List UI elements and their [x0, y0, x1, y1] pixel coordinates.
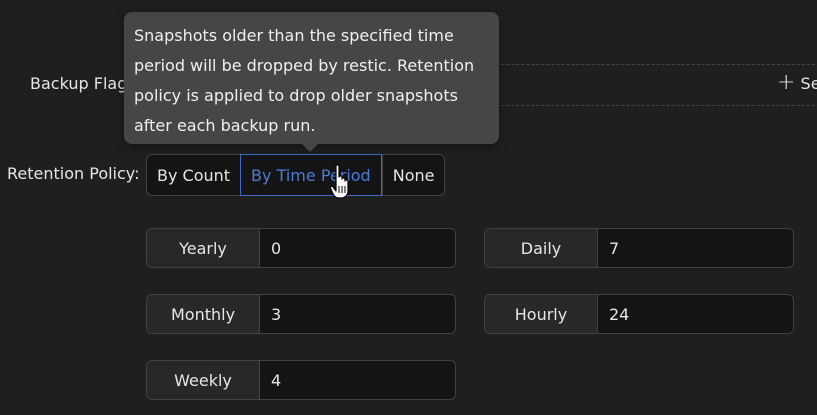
hourly-label: Hourly: [485, 295, 598, 333]
yearly-field: Yearly 0: [146, 228, 456, 268]
retention-settings-panel: Backup Flag + Se Retention Policy: By Co…: [0, 0, 817, 415]
retention-by-count-option[interactable]: By Count: [147, 155, 240, 195]
tooltip-line: policy is applied to drop older snapshot…: [134, 86, 458, 105]
retention-policy-selector: By Count By Time Period None: [146, 154, 446, 196]
weekly-field: Weekly 4: [146, 360, 456, 400]
daily-field: Daily 7: [484, 228, 794, 268]
monthly-input[interactable]: 3: [260, 295, 455, 333]
daily-label: Daily: [485, 229, 598, 267]
retention-tooltip: Snapshots older than the specified time …: [124, 12, 499, 144]
tooltip-line: period will be dropped by restic. Retent…: [134, 56, 475, 75]
backup-flags-label: Backup Flag: [30, 74, 128, 93]
tooltip-line: Snapshots older than the specified time: [134, 26, 454, 45]
monthly-field: Monthly 3: [146, 294, 456, 334]
hourly-field: Hourly 24: [484, 294, 794, 334]
hand-pointer-icon: [330, 164, 349, 199]
hourly-input[interactable]: 24: [598, 295, 793, 333]
plus-icon: +: [777, 70, 796, 95]
retention-none-option[interactable]: None: [381, 155, 445, 195]
tooltip-arrow: [301, 143, 319, 152]
yearly-label: Yearly: [147, 229, 260, 267]
retention-policy-label: Retention Policy:: [7, 164, 140, 183]
add-backup-flag-button[interactable]: + Se: [777, 72, 817, 94]
add-backup-flag-label: Se: [800, 74, 817, 93]
weekly-input[interactable]: 4: [260, 361, 455, 399]
retention-by-time-period-option[interactable]: By Time Period: [240, 154, 382, 196]
daily-input[interactable]: 7: [598, 229, 793, 267]
yearly-input[interactable]: 0: [260, 229, 455, 267]
monthly-label: Monthly: [147, 295, 260, 333]
weekly-label: Weekly: [147, 361, 260, 399]
tooltip-line: after each backup run.: [134, 116, 316, 135]
